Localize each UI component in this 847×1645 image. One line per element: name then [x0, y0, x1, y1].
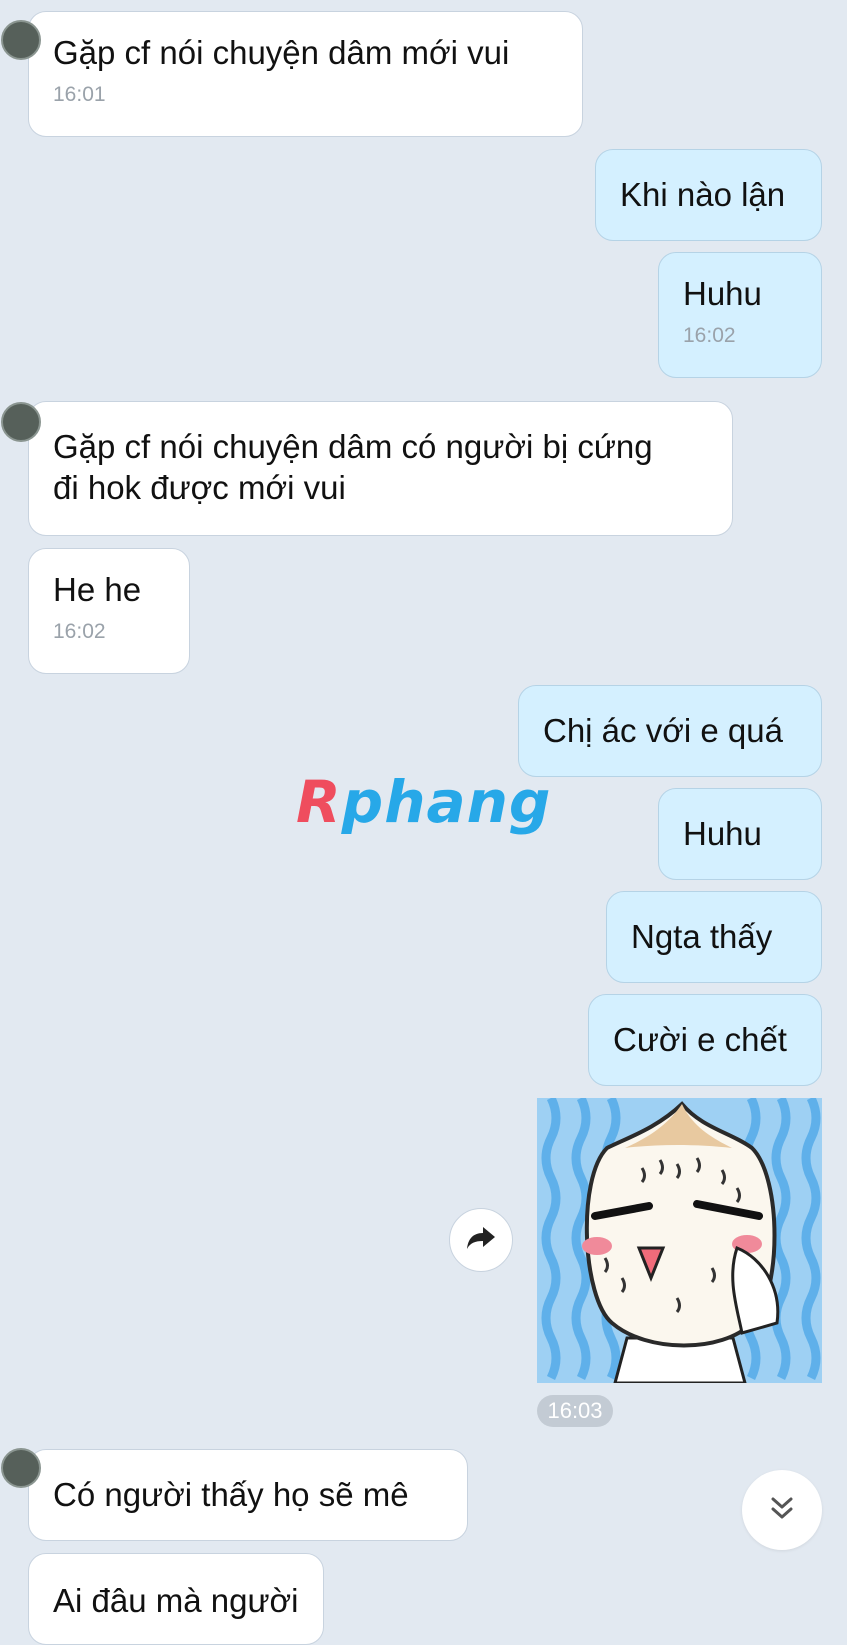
double-chevron-down-icon: [768, 1494, 796, 1527]
message-text: Gặp cf nói chuyện dâm mới vui: [53, 34, 510, 71]
avatar[interactable]: [1, 1448, 41, 1488]
share-button[interactable]: [449, 1208, 513, 1272]
message-text-line-2: đi hok được mới vui: [53, 469, 346, 506]
message-incoming[interactable]: Ai đâu mà người: [28, 1553, 324, 1645]
message-incoming[interactable]: Gặp cf nói chuyện dâm có người bị cứng đ…: [1, 401, 733, 536]
watermark-logo: Rphang: [296, 768, 551, 836]
sticker-time-badge: 16:03: [537, 1395, 613, 1427]
message-outgoing[interactable]: Khi nào lận: [595, 149, 822, 241]
message-time: 16:02: [683, 324, 736, 347]
sticker-image[interactable]: [537, 1098, 822, 1383]
share-forward-icon: [465, 1224, 497, 1257]
message-text-line-1: Gặp cf nói chuyện dâm có người bị cứng: [53, 428, 653, 465]
watermark-r: R: [296, 768, 342, 836]
message-outgoing[interactable]: Ngta thấy: [606, 891, 822, 983]
message-outgoing[interactable]: Cười e chết: [588, 994, 822, 1086]
message-text: Có người thấy họ sẽ mê: [53, 1476, 409, 1513]
message-incoming[interactable]: Gặp cf nói chuyện dâm mới vui 16:01: [1, 11, 583, 137]
message-time: 16:01: [53, 83, 106, 106]
message-time: 16:02: [53, 620, 106, 643]
message-text: Cười e chết: [613, 1021, 787, 1058]
message-incoming[interactable]: Có người thấy họ sẽ mê: [1, 1448, 468, 1541]
watermark-text: phang: [341, 768, 552, 836]
message-outgoing[interactable]: Chị ác với e quá: [518, 685, 822, 777]
crying-dumpling-sticker: [537, 1098, 822, 1383]
avatar[interactable]: [1, 20, 41, 60]
message-text: Khi nào lận: [620, 176, 786, 213]
message-text: He he: [53, 571, 142, 608]
message-text: Huhu: [683, 275, 762, 312]
message-text: Ngta thấy: [631, 918, 773, 955]
avatar[interactable]: [1, 402, 41, 442]
scroll-to-bottom-button[interactable]: [742, 1470, 822, 1550]
message-outgoing[interactable]: Huhu 16:02: [658, 252, 822, 378]
message-text: Huhu: [683, 815, 762, 852]
message-incoming[interactable]: He he 16:02: [28, 548, 190, 674]
message-text: Ai đâu mà người: [53, 1582, 299, 1619]
message-text: Chị ác với e quá: [543, 712, 783, 749]
message-outgoing[interactable]: Huhu: [658, 788, 822, 880]
